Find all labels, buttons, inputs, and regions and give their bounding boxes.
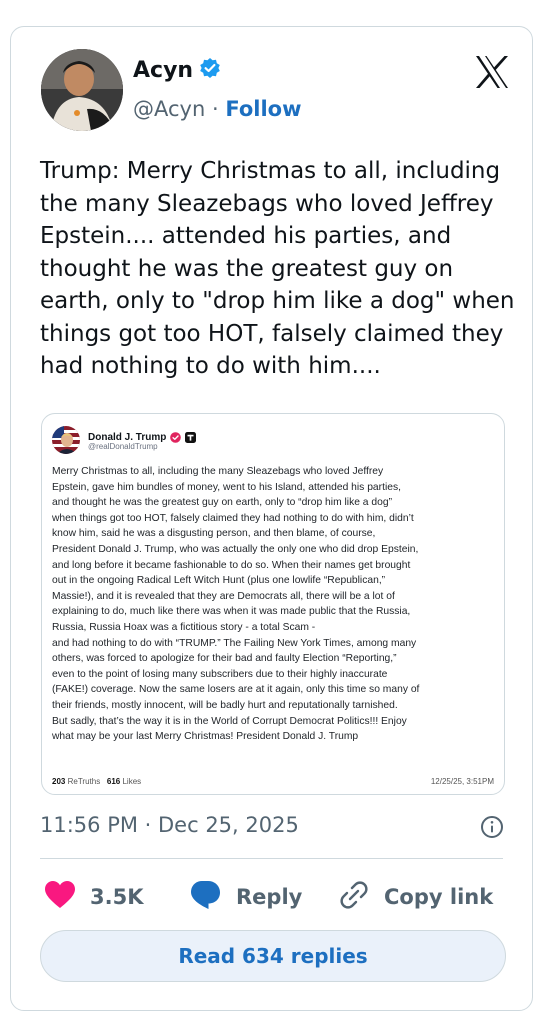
embed-text-line: and thought he was the greatest guy on e… (52, 497, 393, 509)
read-replies-button[interactable]: Read 634 replies (40, 930, 506, 982)
likes-label: Likes (122, 777, 142, 786)
x-logo-icon[interactable] (474, 55, 510, 89)
copy-link-label: Copy link (384, 885, 494, 909)
embed-stats: 203 ReTruths 616 Likes (52, 777, 141, 786)
tweet-text-line: the many Sleazebags who loved Jeffrey (40, 190, 494, 217)
embed-text-line: But sadly, that’s the way it is in the W… (52, 715, 407, 727)
heart-icon (44, 880, 76, 915)
divider (40, 858, 503, 859)
truth-social-icon (185, 428, 197, 447)
reply-bubble-icon (188, 879, 222, 916)
copy-link-button[interactable]: Copy link (338, 877, 493, 917)
embed-post-text: Merry Christmas to all, including the ma… (52, 464, 500, 745)
like-button[interactable]: 3.5K (44, 877, 143, 917)
tweet-text-line: thought he was the greatest guy on (40, 255, 454, 282)
embed-text-line: President Donald J. Trump, who was actua… (52, 543, 419, 555)
author-avatar[interactable] (41, 49, 123, 131)
embed-text-line: Merry Christmas to all, including the ma… (52, 466, 384, 477)
embed-text-line: explaining to do, much like there was wh… (52, 606, 411, 618)
verified-badge-icon (199, 57, 221, 83)
embed-text-line: Epstein, gave him bundles of money, went… (52, 481, 401, 493)
embed-date: 12/25/25, 3:51PM (430, 777, 494, 786)
tweet-text-line: earth, only to "drop him like a dog" whe… (40, 288, 515, 314)
tweet-text-line: things got too HOT, falsely claimed they (40, 320, 504, 347)
embed-author-avatar (52, 426, 80, 454)
embed-text-line: and had nothing to do with “TRUMP.” The … (52, 637, 417, 649)
likes-count: 616 (106, 777, 121, 786)
reply-button[interactable]: Reply (188, 877, 302, 917)
reply-label: Reply (236, 885, 303, 909)
embed-text-line: when things got too HOT, falsely claimed… (52, 512, 414, 524)
tweet-text-line: had nothing to do with him.... (40, 353, 381, 379)
tweet-timestamp[interactable]: 11:56 PM · Dec 25, 2025 (40, 813, 299, 837)
author-handle[interactable]: @Acyn (133, 97, 205, 121)
tweet-card: Acyn @Acyn · Follow Trump: Merry Christm… (10, 26, 533, 1011)
embed-text-line: others, was forced to apologize for thei… (52, 653, 397, 665)
action-bar: 3.5K Reply Copy link (40, 877, 506, 917)
embed-text-line: (FAKE!) coverage. Now the same losers ar… (52, 684, 420, 696)
retruths-count: 203 (52, 777, 66, 786)
embed-text-line: know him, said he was a disgusting perso… (52, 528, 376, 540)
author-handle-row: @Acyn · Follow (133, 97, 302, 121)
embed-text-line: even to the point of losing many subscri… (52, 668, 388, 680)
link-icon (338, 879, 370, 916)
tweet-text-line: Epstein.... attended his parties, and (40, 223, 452, 249)
embed-text-line: out in the ongoing Radical Left Witch Hu… (52, 575, 386, 587)
embed-text-line: their friends, mostly innocent, will be … (52, 699, 398, 711)
tweet-text: Trump: Merry Christmas to all, including… (40, 155, 520, 383)
truth-verified-icon (170, 428, 182, 447)
embed-text-line: Russia, Russia Hoax was a fictitious sto… (52, 621, 316, 633)
tweet-text-line: Trump: Merry Christmas to all, including (40, 158, 501, 184)
handle-separator: · (211, 97, 219, 121)
author-name-row: Acyn (133, 57, 221, 83)
embedded-post-image[interactable]: Donald J. Trump @realDonaldTrump Merry C… (41, 413, 505, 795)
embed-author-handle: @realDonaldTrump (88, 442, 158, 451)
retruths-label: ReTruths (67, 777, 101, 786)
embed-text-line: Massie!), and it is revealed that they a… (52, 590, 395, 602)
embed-text-line: what may be your last Merry Christmas! P… (52, 731, 359, 743)
embed-text-line: and long before it became fashionable to… (52, 559, 411, 571)
info-icon[interactable] (480, 815, 504, 839)
author-name[interactable]: Acyn (133, 58, 193, 83)
like-count: 3.5K (90, 885, 144, 909)
follow-button[interactable]: Follow (225, 97, 301, 121)
